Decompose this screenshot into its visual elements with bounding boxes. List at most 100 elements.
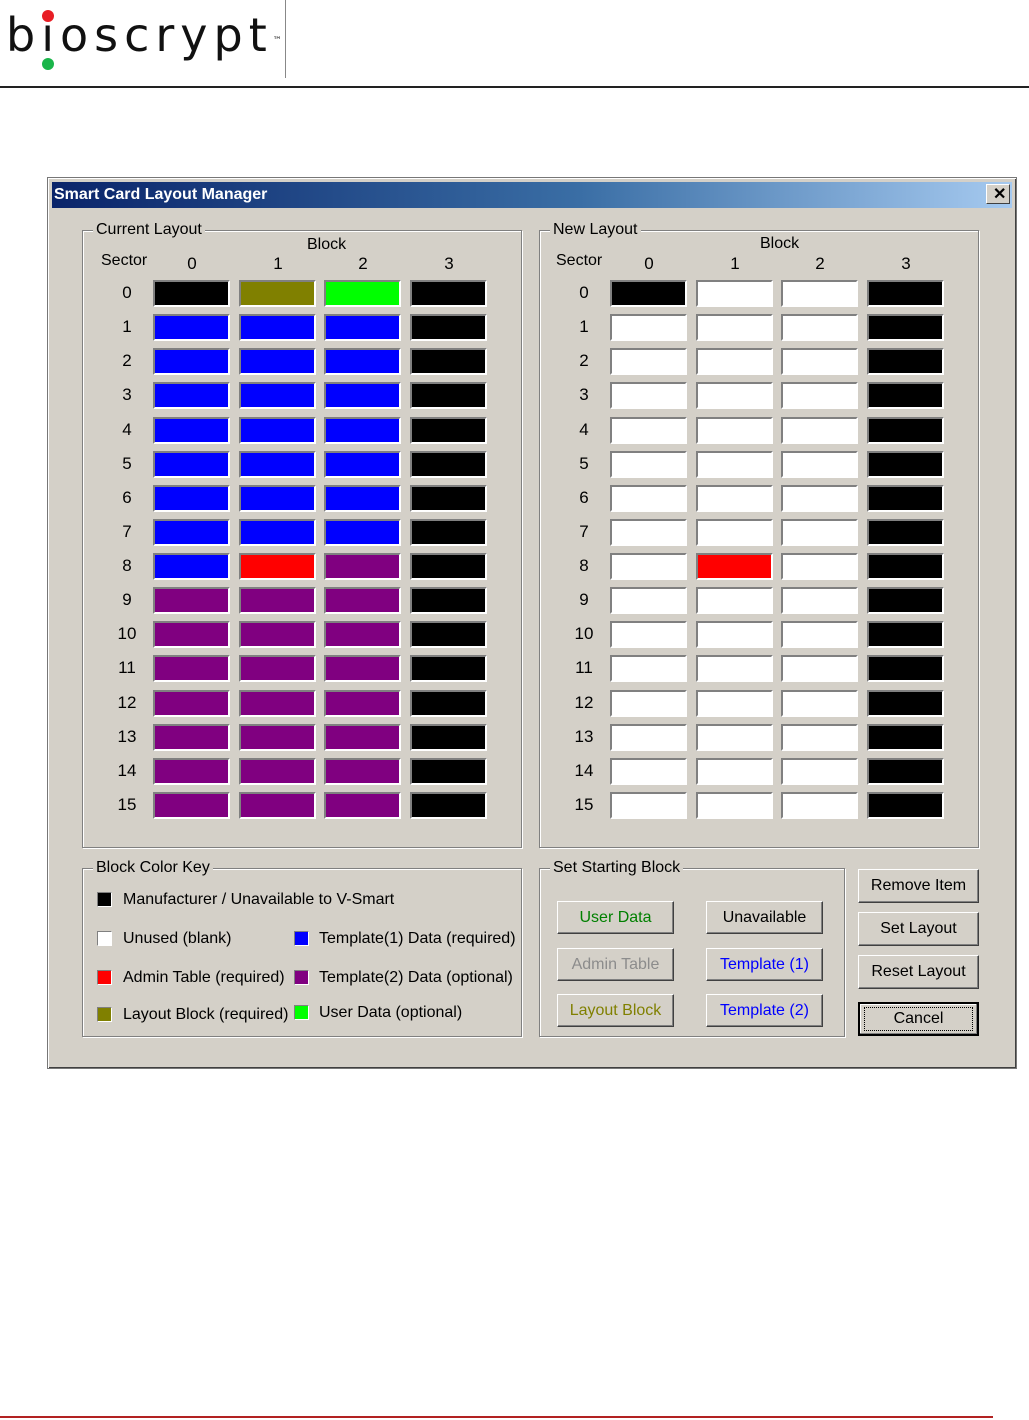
new-block-cell[interactable] (610, 348, 687, 376)
new-block-cell[interactable] (781, 484, 858, 512)
current-block-cell[interactable] (410, 757, 487, 785)
new-block-cell[interactable] (867, 450, 944, 478)
current-block-cell[interactable] (324, 314, 401, 342)
new-block-cell[interactable] (696, 723, 773, 751)
current-block-cell[interactable] (239, 791, 316, 819)
new-block-cell[interactable] (867, 314, 944, 342)
current-block-cell[interactable] (239, 655, 316, 683)
new-block-cell[interactable] (610, 587, 687, 615)
new-block-cell[interactable] (696, 587, 773, 615)
current-block-cell[interactable] (239, 723, 316, 751)
new-block-cell[interactable] (781, 723, 858, 751)
current-block-cell[interactable] (153, 314, 230, 342)
start-template1-button[interactable]: Template (1) (706, 948, 823, 981)
current-block-cell[interactable] (239, 484, 316, 512)
current-block-cell[interactable] (239, 553, 316, 581)
new-block-cell[interactable] (781, 689, 858, 717)
new-block-cell[interactable] (610, 450, 687, 478)
start-admin-table-button[interactable]: Admin Table (557, 948, 674, 981)
current-block-cell[interactable] (324, 655, 401, 683)
new-block-cell[interactable] (696, 348, 773, 376)
current-block-cell[interactable] (410, 553, 487, 581)
new-block-cell[interactable] (610, 723, 687, 751)
new-block-cell[interactable] (610, 791, 687, 819)
current-block-cell[interactable] (153, 689, 230, 717)
new-block-cell[interactable] (696, 518, 773, 546)
new-block-cell[interactable] (610, 314, 687, 342)
current-block-cell[interactable] (239, 689, 316, 717)
current-block-cell[interactable] (324, 280, 401, 307)
new-block-cell[interactable] (867, 689, 944, 717)
start-unavailable-button[interactable]: Unavailable (706, 901, 823, 934)
new-block-cell[interactable] (610, 382, 687, 410)
current-block-cell[interactable] (153, 280, 230, 307)
current-block-cell[interactable] (153, 450, 230, 478)
current-block-cell[interactable] (410, 587, 487, 615)
new-block-cell[interactable] (696, 689, 773, 717)
close-button[interactable]: ✕ (986, 184, 1010, 204)
new-block-cell[interactable] (696, 382, 773, 410)
new-block-cell[interactable] (696, 791, 773, 819)
current-block-cell[interactable] (153, 791, 230, 819)
start-user-data-button[interactable]: User Data (557, 901, 674, 934)
current-block-cell[interactable] (324, 587, 401, 615)
set-layout-button[interactable]: Set Layout (858, 912, 979, 946)
new-block-cell[interactable] (781, 553, 858, 581)
current-block-cell[interactable] (153, 723, 230, 751)
new-block-cell[interactable] (781, 348, 858, 376)
remove-item-button[interactable]: Remove Item (858, 869, 979, 903)
current-block-cell[interactable] (324, 518, 401, 546)
new-block-cell[interactable] (696, 416, 773, 444)
current-block-cell[interactable] (239, 382, 316, 410)
current-block-cell[interactable] (410, 382, 487, 410)
reset-layout-button[interactable]: Reset Layout (858, 955, 979, 989)
new-block-cell[interactable] (867, 655, 944, 683)
new-block-cell[interactable] (781, 518, 858, 546)
new-block-cell[interactable] (610, 518, 687, 546)
current-block-cell[interactable] (153, 382, 230, 410)
new-block-cell[interactable] (610, 553, 687, 581)
current-block-cell[interactable] (153, 655, 230, 683)
current-block-cell[interactable] (324, 723, 401, 751)
current-block-cell[interactable] (324, 791, 401, 819)
current-block-cell[interactable] (324, 416, 401, 444)
new-block-cell[interactable] (610, 280, 687, 307)
current-block-cell[interactable] (324, 689, 401, 717)
new-block-cell[interactable] (867, 587, 944, 615)
new-block-cell[interactable] (867, 280, 944, 307)
current-block-cell[interactable] (239, 587, 316, 615)
current-block-cell[interactable] (324, 757, 401, 785)
new-block-cell[interactable] (696, 314, 773, 342)
current-block-cell[interactable] (153, 484, 230, 512)
current-block-cell[interactable] (153, 587, 230, 615)
new-block-cell[interactable] (781, 655, 858, 683)
new-block-cell[interactable] (610, 484, 687, 512)
start-layout-block-button[interactable]: Layout Block (557, 994, 674, 1027)
current-block-cell[interactable] (410, 621, 487, 649)
new-block-cell[interactable] (781, 791, 858, 819)
current-block-cell[interactable] (239, 450, 316, 478)
new-block-cell[interactable] (610, 757, 687, 785)
current-block-cell[interactable] (410, 416, 487, 444)
new-block-cell[interactable] (867, 518, 944, 546)
current-block-cell[interactable] (324, 553, 401, 581)
new-block-cell[interactable] (610, 621, 687, 649)
new-block-cell[interactable] (867, 348, 944, 376)
new-block-cell[interactable] (867, 757, 944, 785)
new-block-cell[interactable] (696, 655, 773, 683)
new-block-cell[interactable] (696, 553, 773, 581)
new-block-cell[interactable] (781, 382, 858, 410)
current-block-cell[interactable] (239, 348, 316, 376)
start-template2-button[interactable]: Template (2) (706, 994, 823, 1027)
new-block-cell[interactable] (781, 416, 858, 444)
current-block-cell[interactable] (239, 518, 316, 546)
current-block-cell[interactable] (239, 280, 316, 307)
new-block-cell[interactable] (696, 484, 773, 512)
current-block-cell[interactable] (153, 553, 230, 581)
new-block-cell[interactable] (867, 382, 944, 410)
new-block-cell[interactable] (696, 621, 773, 649)
new-block-cell[interactable] (867, 723, 944, 751)
current-block-cell[interactable] (410, 450, 487, 478)
current-block-cell[interactable] (410, 689, 487, 717)
current-block-cell[interactable] (410, 314, 487, 342)
